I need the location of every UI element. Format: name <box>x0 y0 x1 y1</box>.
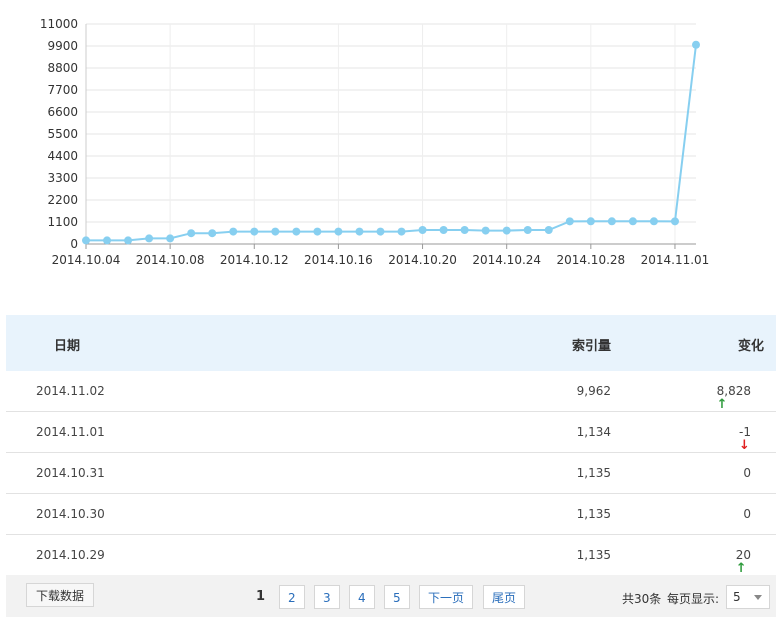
data-point <box>313 227 322 236</box>
total-count: 共30条 <box>622 592 662 606</box>
current-page: 1 <box>256 589 266 604</box>
cell-change: ↑ 8,828 <box>716 384 751 412</box>
data-point <box>523 226 532 234</box>
data-point <box>124 236 133 245</box>
change-value: -1 <box>739 425 751 439</box>
arrow-down-icon: ↓ <box>739 438 750 453</box>
table-row: 2014.10.30 1,135 0 <box>6 494 776 535</box>
header-index: 索引量 <box>571 339 611 354</box>
cell-date: 2014.10.31 <box>36 466 105 480</box>
x-tick-label: 2014.10.12 <box>220 253 289 267</box>
arrow-up-icon: ↑ <box>735 561 747 576</box>
y-tick-label: 4400 <box>47 149 78 163</box>
y-tick-label: 2200 <box>47 193 78 207</box>
y-tick-label: 11000 <box>40 17 78 31</box>
cell-change: ↓ -1 <box>739 425 751 453</box>
y-tick-label: 6600 <box>47 105 78 119</box>
data-point <box>544 226 553 234</box>
cell-date: 2014.11.01 <box>36 425 105 439</box>
data-point <box>187 229 196 238</box>
table-header: 日期 索引量 变化 <box>6 315 776 371</box>
series-line <box>86 44 697 242</box>
x-tick-label: 2014.10.28 <box>556 253 625 267</box>
cell-date: 2014.10.30 <box>36 507 105 521</box>
data-point <box>166 234 175 243</box>
page-button-5[interactable]: 5 <box>384 585 410 609</box>
data-point <box>103 236 112 245</box>
header-change: 变化 <box>737 339 764 354</box>
data-point <box>271 227 280 236</box>
page-button-2[interactable]: 2 <box>279 585 305 609</box>
cell-date: 2014.11.02 <box>36 384 105 398</box>
change-value: 0 <box>743 466 751 480</box>
cell-index: 1,135 <box>576 548 611 562</box>
y-tick-label: 3300 <box>47 171 78 185</box>
data-point <box>145 234 154 243</box>
cell-index: 9,962 <box>576 384 611 398</box>
data-point <box>355 227 364 236</box>
header-date: 日期 <box>54 339 81 354</box>
data-point <box>460 226 469 234</box>
table-footer: 下载数据 1 2 3 4 5 下一页 尾页 共30条 每页显示: 5 <box>6 575 776 617</box>
download-data-button[interactable]: 下载数据 <box>26 583 95 607</box>
cell-change: ↑ 20 <box>735 548 751 576</box>
data-point <box>334 227 343 236</box>
data-point <box>439 226 448 234</box>
next-page-button[interactable]: 下一页 <box>419 585 474 609</box>
data-point <box>229 227 238 236</box>
data-point <box>649 217 658 226</box>
y-tick-label: 9900 <box>47 39 78 53</box>
index-line-chart: 0 1100 2200 3300 4400 5500 6600 7700 8800 9900 110… <box>40 17 710 267</box>
table-body: 2014.11.02 9,962 ↑ 8,828 2014.11.01 1,134 ↓ -1 2… <box>6 371 776 576</box>
data-point <box>376 227 385 236</box>
y-tick-label: 5500 <box>47 127 78 141</box>
cell-date: 2014.10.29 <box>36 548 105 562</box>
cell-change: 0 <box>743 507 751 521</box>
per-page-value: 5 <box>733 590 741 604</box>
x-tick-label: 2014.10.16 <box>304 253 373 267</box>
data-point <box>82 236 90 245</box>
data-point <box>250 227 259 236</box>
data-point <box>418 226 427 234</box>
cell-index: 1,135 <box>576 466 611 480</box>
y-tick-label: 0 <box>70 237 78 251</box>
last-page-button[interactable]: 尾页 <box>483 585 526 609</box>
data-point <box>692 40 700 49</box>
chevron-down-icon <box>754 595 762 600</box>
table-row: 2014.11.02 9,962 ↑ 8,828 <box>6 371 776 412</box>
data-point <box>586 217 595 226</box>
change-value: 20 <box>735 548 751 562</box>
data-point <box>481 226 490 235</box>
data-point <box>292 227 301 236</box>
index-table: 日期 索引量 变化 2014.11.02 9,962 ↑ 8,828 2014.11.0… <box>6 315 776 576</box>
x-tick-label: 2014.10.08 <box>136 253 205 267</box>
data-point <box>670 217 679 226</box>
data-point <box>397 227 406 236</box>
data-point <box>208 229 217 238</box>
y-tick-label: 1100 <box>47 215 78 229</box>
cell-index: 1,134 <box>576 425 611 439</box>
data-point <box>607 217 616 226</box>
page-button-3[interactable]: 3 <box>314 585 340 609</box>
data-point <box>502 226 511 235</box>
table-row: 2014.10.31 1,135 0 <box>6 453 776 494</box>
change-value: 8,828 <box>716 384 751 398</box>
arrow-up-icon: ↑ <box>716 397 728 412</box>
per-page-select[interactable]: 5 <box>726 585 770 609</box>
x-tick-label: 2014.10.20 <box>388 253 457 267</box>
y-tick-label: 8800 <box>47 61 78 75</box>
data-point <box>565 217 574 226</box>
y-tick-label: 7700 <box>47 83 78 97</box>
x-tick-label: 2014.11.01 <box>641 253 710 267</box>
data-point <box>628 217 637 226</box>
cell-change: 0 <box>743 466 751 480</box>
x-tick-label: 2014.10.04 <box>52 253 121 267</box>
per-page-label: 每页显示: <box>667 592 720 606</box>
table-row: 2014.10.29 1,135 ↑ 20 <box>6 535 776 576</box>
table-row: 2014.11.01 1,134 ↓ -1 <box>6 412 776 453</box>
cell-index: 1,135 <box>576 507 611 521</box>
change-value: 0 <box>743 507 751 521</box>
x-tick-label: 2014.10.24 <box>472 253 541 267</box>
page-button-4[interactable]: 4 <box>349 585 375 609</box>
